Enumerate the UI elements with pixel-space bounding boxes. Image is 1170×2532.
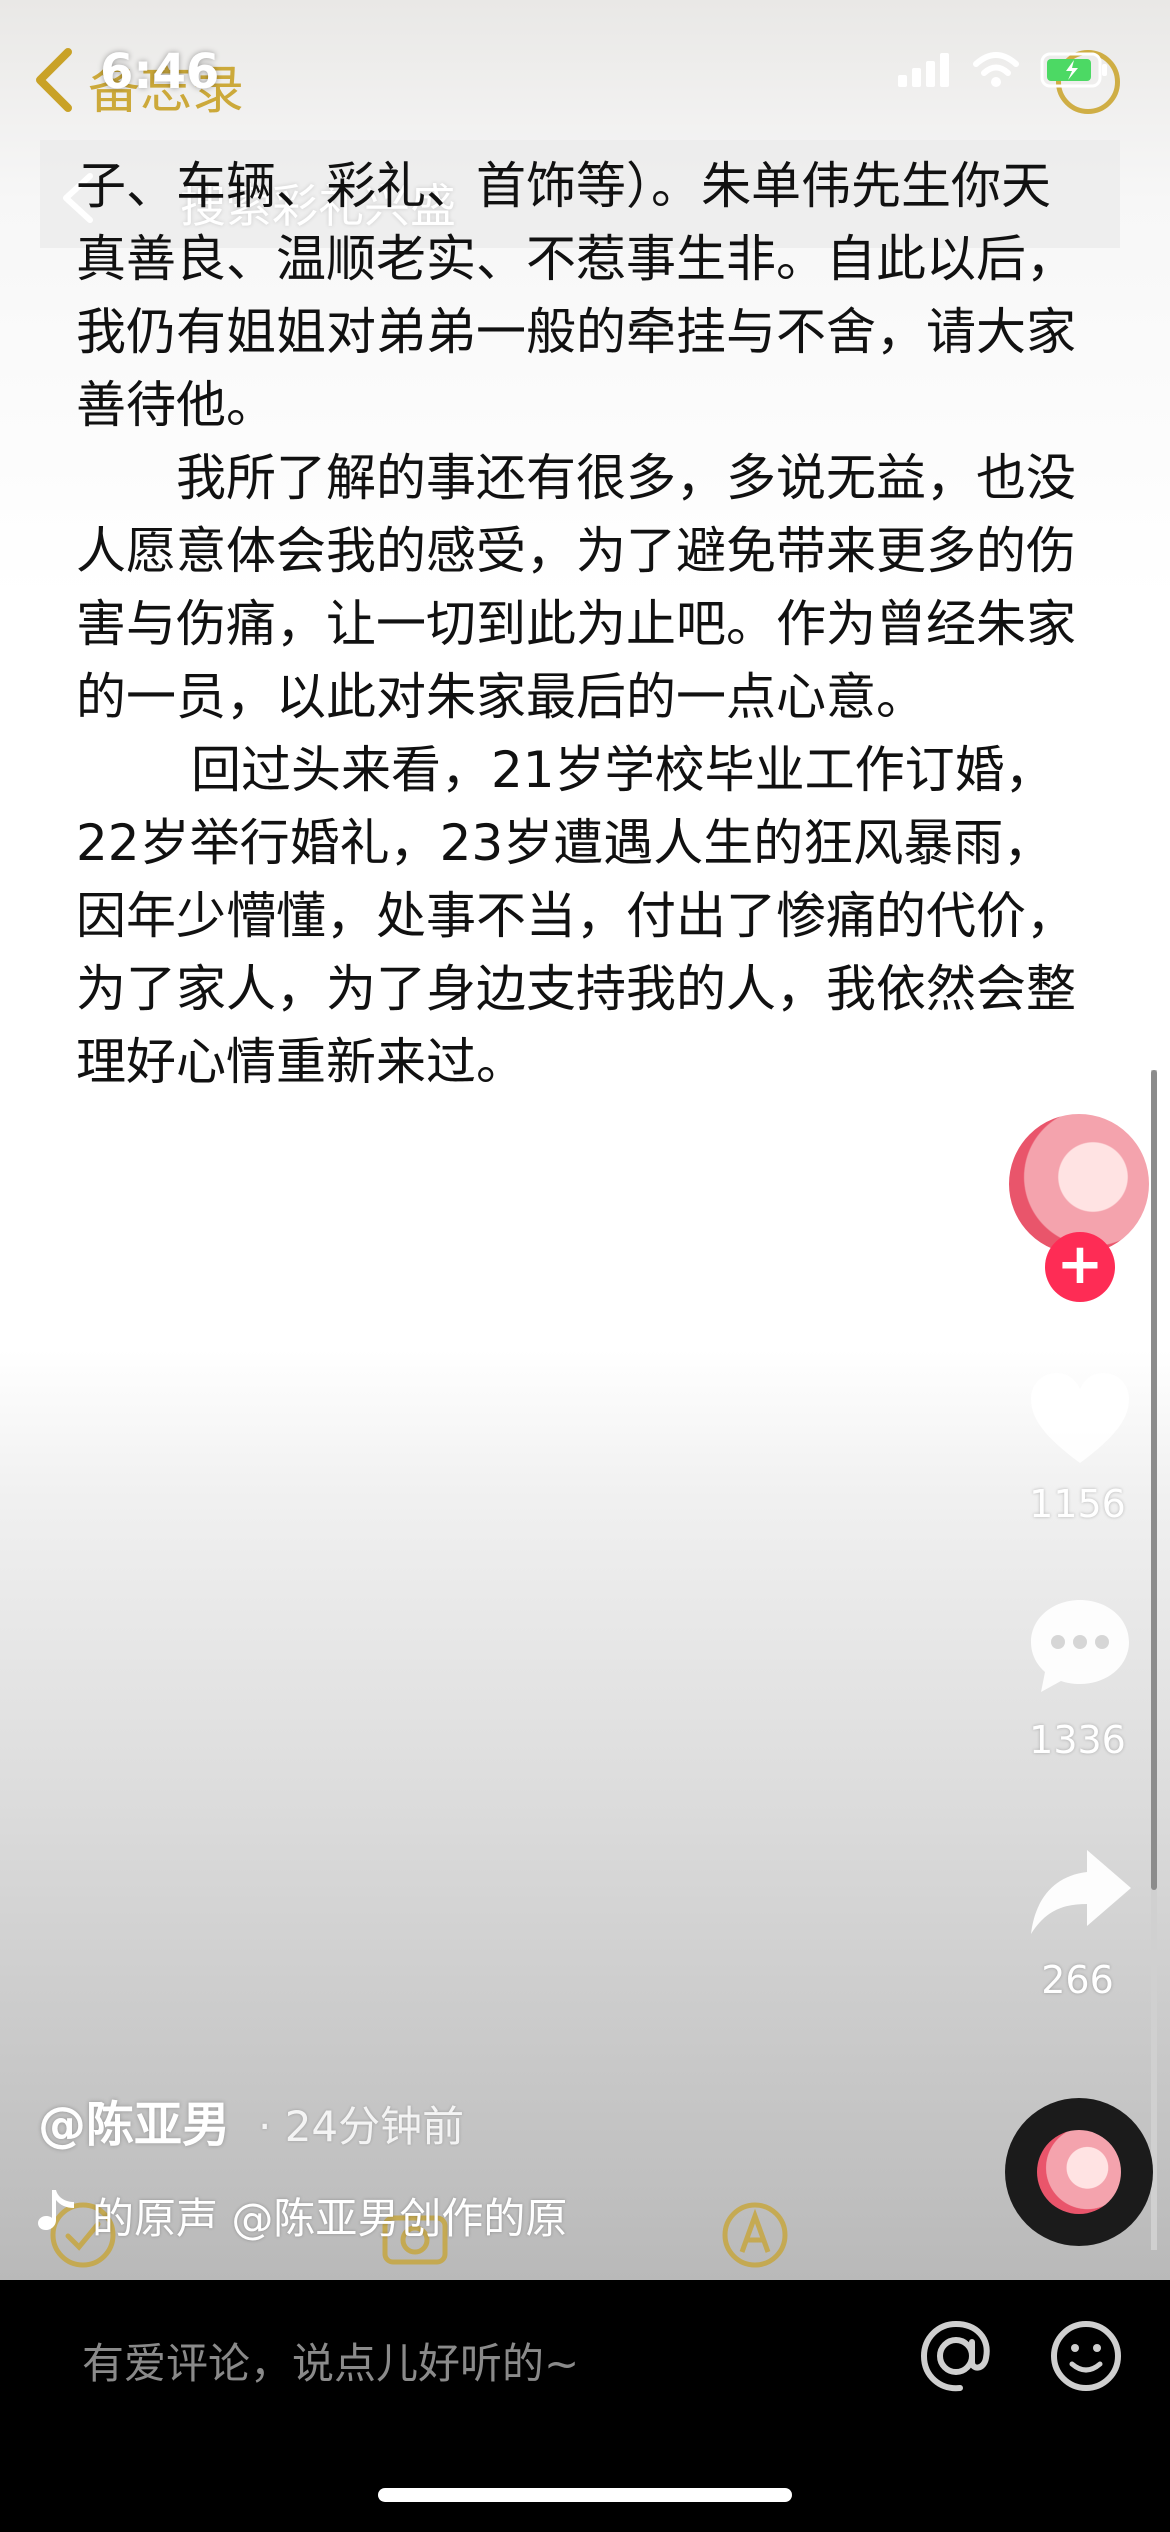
music-disc[interactable] <box>1005 2098 1153 2246</box>
status-icons <box>898 52 1110 88</box>
comment-input[interactable]: 有爱评论，说点儿好听的~ <box>82 2330 579 2391</box>
signal-icon <box>898 53 949 87</box>
music-title[interactable]: 的原声 @陈亚男创作的原 <box>92 2185 567 2246</box>
home-indicator[interactable] <box>378 2488 792 2502</box>
scroll-thumb[interactable] <box>1151 1070 1157 1890</box>
like-count: 1156 <box>1029 1482 1126 1526</box>
share-icon[interactable] <box>1025 1838 1135 1948</box>
music-note-icon <box>38 2190 74 2230</box>
video-stage[interactable]: 备忘录 6:46 搜索彩礼兴盛 子、车辆、彩礼、首饰等）。朱单伟先生你天真善良、… <box>0 0 1170 2280</box>
memo-body: 子、车辆、彩礼、首饰等）。朱单伟先生你天真善良、温顺老实、不惹事生非。自此以后，… <box>76 150 1076 1099</box>
heart-icon[interactable] <box>1025 1365 1135 1475</box>
wifi-icon <box>973 52 1019 87</box>
author-name[interactable]: @陈亚男 <box>38 2085 230 2155</box>
battery-icon <box>1040 52 1107 88</box>
at-icon[interactable] <box>918 2318 994 2394</box>
follow-button[interactable]: + <box>1045 1232 1115 1302</box>
comment-icon[interactable] <box>1025 1590 1135 1700</box>
emoji-icon[interactable] <box>1048 2318 1124 2394</box>
memo-back-icon <box>36 48 72 112</box>
status-time: 6:46 <box>100 44 220 100</box>
memo-paragraph: 回过头来看，21岁学校毕业工作订婚，22岁举行婚礼，23岁遭遇人生的狂风暴雨，因… <box>76 741 1076 1091</box>
comment-count: 1336 <box>1029 1718 1126 1762</box>
memo-paragraph: 子、车辆、彩礼、首饰等）。朱单伟先生你天真善良、温顺老实、不惹事生非。自此以后，… <box>76 157 1076 434</box>
post-time: · 24分钟前 <box>258 2102 465 2151</box>
music-disc-cover <box>1037 2130 1121 2214</box>
share-count: 266 <box>1041 1958 1114 2002</box>
pen-icon <box>722 2202 788 2268</box>
memo-paragraph: 我所了解的事还有很多，多说无益，也没人愿意体会我的感受，为了避免带来更多的伤害与… <box>76 449 1076 726</box>
